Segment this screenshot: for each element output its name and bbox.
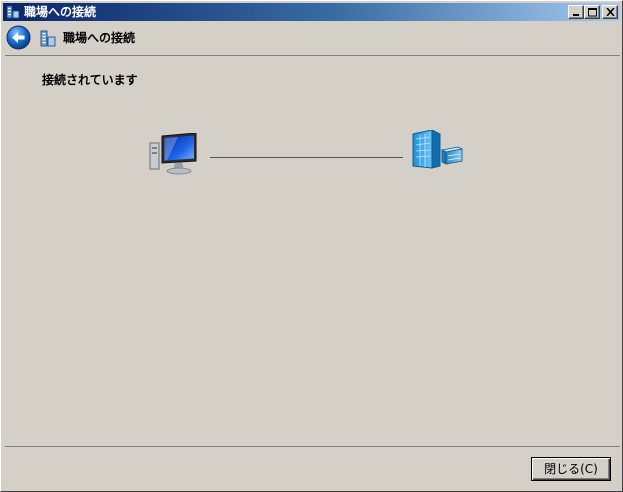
window-title: 職場への接続: [24, 5, 97, 19]
close-icon: [606, 8, 615, 16]
connection-line: [210, 157, 403, 158]
minimize-icon: [573, 14, 579, 16]
maximize-button[interactable]: [584, 5, 600, 19]
network-connection-icon: [40, 30, 56, 47]
content-panel: 接続されています: [5, 55, 620, 447]
computer-icon: [149, 133, 197, 175]
navigation-bar: 職場への接続: [3, 23, 620, 53]
close-button[interactable]: 閉じる(C): [531, 457, 611, 481]
dialog-window: 職場への接続 職場への接続 接続されています 閉じる(C): [0, 0, 623, 492]
back-arrow-icon[interactable]: [6, 25, 31, 50]
maximize-icon: [588, 8, 597, 17]
title-bar[interactable]: 職場への接続: [3, 3, 620, 21]
network-connection-icon: [6, 5, 20, 19]
connection-status: 接続されています: [42, 73, 138, 87]
office-building-icon: [412, 130, 464, 169]
close-window-button[interactable]: [602, 5, 618, 19]
page-title: 職場への接続: [63, 31, 136, 45]
minimize-button[interactable]: [568, 5, 584, 19]
